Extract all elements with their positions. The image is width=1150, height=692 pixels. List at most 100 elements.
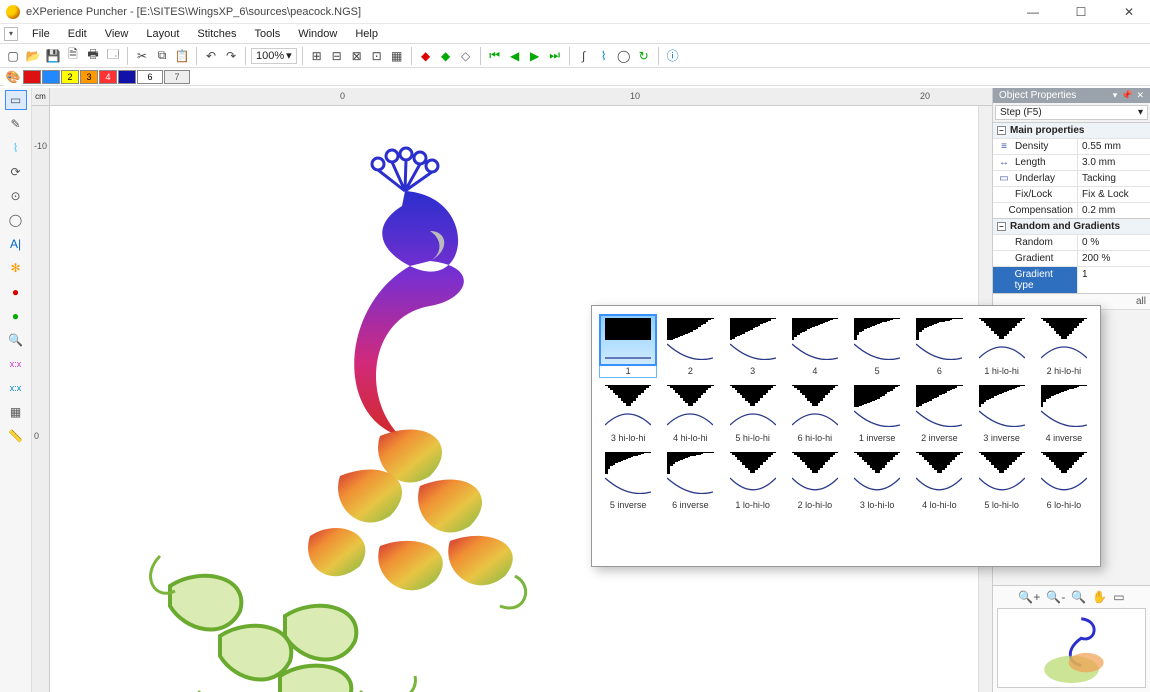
prop-val[interactable]: Tacking xyxy=(1077,171,1150,186)
section-main[interactable]: – Main properties xyxy=(993,122,1150,138)
maximize-button[interactable]: ☐ xyxy=(1066,5,1096,19)
navigator-thumb[interactable] xyxy=(997,608,1146,688)
menu-file[interactable]: File xyxy=(24,26,58,42)
ruler-tool[interactable]: 📏 xyxy=(5,426,27,446)
gradient-option[interactable]: 6 xyxy=(911,316,967,377)
minimize-button[interactable]: — xyxy=(1018,5,1048,19)
gradient-option[interactable]: 5 hi-lo-hi xyxy=(725,383,781,444)
save2-icon[interactable]: 🗎 xyxy=(64,47,82,65)
zoom-fit-icon[interactable]: 🔍 xyxy=(1071,590,1086,604)
stitch-tool[interactable]: ⌇ xyxy=(5,138,27,158)
tool-12[interactable]: x:x xyxy=(5,354,27,374)
nav-first-icon[interactable]: ⏮ xyxy=(486,47,504,65)
tool-10[interactable]: ● xyxy=(5,306,27,326)
close-button[interactable]: ✕ xyxy=(1114,5,1144,19)
system-menu-icon[interactable]: ▾ xyxy=(4,27,18,41)
color-swatch-0[interactable] xyxy=(23,70,41,84)
nav-last-icon[interactable]: ⏭ xyxy=(546,47,564,65)
menu-view[interactable]: View xyxy=(97,26,137,42)
prop-val[interactable]: 1 xyxy=(1077,267,1150,293)
tool-8[interactable]: ✻ xyxy=(5,258,27,278)
nav-prev-icon[interactable]: ◀ xyxy=(506,47,524,65)
panel-dropdown-icon[interactable]: ▾ xyxy=(1113,90,1118,101)
menu-help[interactable]: Help xyxy=(347,26,386,42)
prop-main-0[interactable]: ≡Density0.55 mm xyxy=(993,138,1150,154)
gradient-option[interactable]: 1 lo-hi-lo xyxy=(725,450,781,511)
refresh-icon[interactable]: ↻ xyxy=(635,47,653,65)
gradient-option[interactable]: 6 inverse xyxy=(662,450,718,511)
gradient-option[interactable]: 4 lo-hi-lo xyxy=(911,450,967,511)
text-tool[interactable]: A| xyxy=(5,234,27,254)
diamond-red-icon[interactable]: ◆ xyxy=(417,47,435,65)
gradient-option[interactable]: 5 xyxy=(849,316,905,377)
paste-icon[interactable]: 📋 xyxy=(173,47,191,65)
nav-next-icon[interactable]: ▶ xyxy=(526,47,544,65)
gradient-option[interactable]: 1 inverse xyxy=(849,383,905,444)
menu-layout[interactable]: Layout xyxy=(138,26,187,42)
collapse-icon[interactable]: – xyxy=(997,126,1006,135)
copy-icon[interactable]: ⧉ xyxy=(153,47,171,65)
color-swatch-7[interactable]: 7 xyxy=(164,70,190,84)
snap4-icon[interactable]: ⊡ xyxy=(368,47,386,65)
zoom-in-icon[interactable]: 🔍+ xyxy=(1018,590,1040,604)
gradient-option[interactable]: 5 inverse xyxy=(600,450,656,511)
prop-val[interactable]: Fix & Lock xyxy=(1077,187,1150,202)
gradient-option[interactable]: 6 lo-hi-lo xyxy=(1036,450,1092,511)
open-icon[interactable]: 📂 xyxy=(24,47,42,65)
select-tool[interactable]: ▭ xyxy=(5,90,27,110)
shape-icon[interactable]: ◯ xyxy=(615,47,633,65)
gradient-option[interactable]: 2 hi-lo-hi xyxy=(1036,316,1092,377)
shape-tool[interactable]: ◯ xyxy=(5,210,27,230)
menu-tools[interactable]: Tools xyxy=(247,26,289,42)
info-icon[interactable]: ⓘ xyxy=(664,47,682,65)
collapse-icon[interactable]: – xyxy=(997,222,1006,231)
prop-val[interactable]: 200 % xyxy=(1077,251,1150,266)
color-swatch-2[interactable]: 2 xyxy=(61,70,79,84)
zoom-level[interactable]: 100%▾ xyxy=(251,48,297,64)
gradient-option[interactable]: 3 hi-lo-hi xyxy=(600,383,656,444)
gradient-option[interactable]: 1 xyxy=(600,316,656,377)
panel-pin-icon[interactable]: 📌 xyxy=(1121,90,1132,101)
panel-close-icon[interactable]: ✕ xyxy=(1136,90,1144,101)
prop-random-0[interactable]: Random0 % xyxy=(993,234,1150,250)
tool-4[interactable]: ⟳ xyxy=(5,162,27,182)
menu-window[interactable]: Window xyxy=(290,26,345,42)
snap2-icon[interactable]: ⊟ xyxy=(328,47,346,65)
prop-main-1[interactable]: ↔Length3.0 mm xyxy=(993,154,1150,170)
wave-icon[interactable]: ⌇ xyxy=(595,47,613,65)
prop-main-3[interactable]: Fix/LockFix & Lock xyxy=(993,186,1150,202)
print-icon[interactable]: 🖶 xyxy=(84,47,102,65)
prop-val[interactable]: 0.2 mm xyxy=(1077,203,1150,218)
prop-random-2[interactable]: Gradient type1 xyxy=(993,266,1150,293)
prop-val[interactable]: 0 % xyxy=(1077,235,1150,250)
zoom-out-icon[interactable]: 🔍- xyxy=(1046,590,1065,604)
gradient-option[interactable]: 3 xyxy=(725,316,781,377)
prop-main-4[interactable]: Compensation0.2 mm xyxy=(993,202,1150,218)
gradient-option[interactable]: 4 inverse xyxy=(1036,383,1092,444)
diamond-grey-icon[interactable]: ◇ xyxy=(457,47,475,65)
rect-icon[interactable]: ▭ xyxy=(1113,590,1124,604)
step-selector[interactable]: Step (F5)▾ xyxy=(995,105,1148,120)
grid-tool[interactable]: ▦ xyxy=(5,402,27,422)
palette-icon[interactable]: 🎨 xyxy=(4,68,22,86)
pan-icon[interactable]: ✋ xyxy=(1092,590,1107,604)
diamond-green-icon[interactable]: ◆ xyxy=(437,47,455,65)
tool-13[interactable]: x:x xyxy=(5,378,27,398)
gradient-option[interactable]: 3 inverse xyxy=(974,383,1030,444)
zoom-tool[interactable]: 🔍 xyxy=(5,330,27,350)
section-random[interactable]: – Random and Gradients xyxy=(993,218,1150,234)
prop-val[interactable]: 0.55 mm xyxy=(1077,139,1150,154)
prop-val[interactable]: 3.0 mm xyxy=(1077,155,1150,170)
prop-random-1[interactable]: Gradient200 % xyxy=(993,250,1150,266)
color-swatch-4[interactable]: 4 xyxy=(99,70,117,84)
color-swatch-6[interactable]: 6 xyxy=(137,70,163,84)
tool-5[interactable]: ⊙ xyxy=(5,186,27,206)
save-icon[interactable]: 💾 xyxy=(44,47,62,65)
redo-icon[interactable]: ↷ xyxy=(222,47,240,65)
tool-9[interactable]: ● xyxy=(5,282,27,302)
new-icon[interactable]: ▢ xyxy=(4,47,22,65)
menu-stitches[interactable]: Stitches xyxy=(189,26,244,42)
snap5-icon[interactable]: ▦ xyxy=(388,47,406,65)
color-swatch-3[interactable]: 3 xyxy=(80,70,98,84)
undo-icon[interactable]: ↶ xyxy=(202,47,220,65)
